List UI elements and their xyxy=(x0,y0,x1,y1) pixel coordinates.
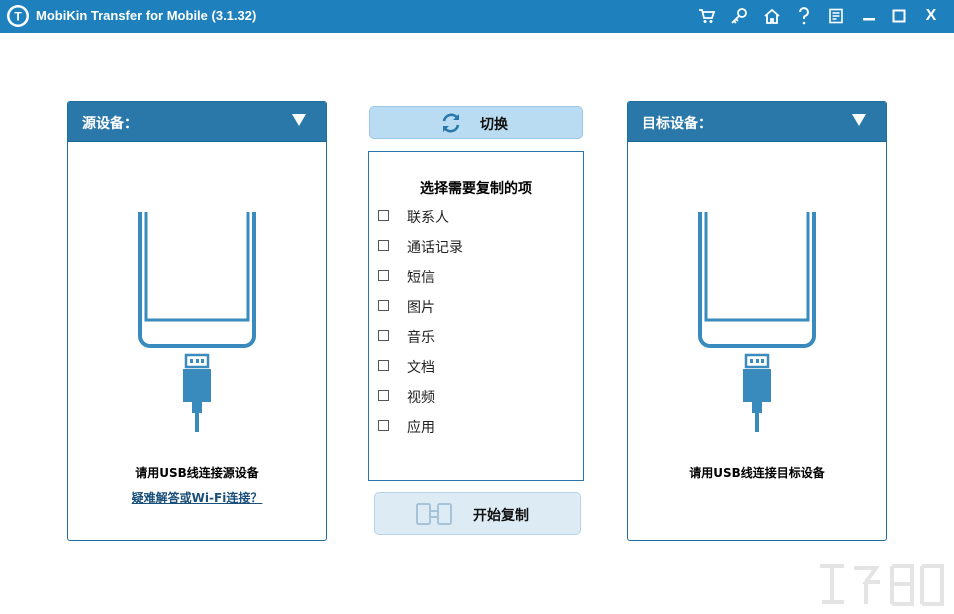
maximize-icon[interactable] xyxy=(888,5,910,27)
refresh-icon xyxy=(442,113,460,133)
option-label: 通话记录 xyxy=(407,240,463,256)
option-label: 视频 xyxy=(407,390,435,406)
source-phone-cable-icon xyxy=(138,212,256,432)
minimize-icon[interactable] xyxy=(858,5,880,27)
option-label: 短信 xyxy=(407,270,435,286)
option-checkbox[interactable] xyxy=(378,330,389,341)
target-phone-cable-icon xyxy=(698,212,816,432)
source-device-panel: 源设备： 请用USB线连接源设备 疑难解答或Wi-Fi连接？ xyxy=(67,101,327,541)
option-checkbox[interactable] xyxy=(378,270,389,281)
switch-button[interactable]: 切换 xyxy=(369,106,583,139)
option-checkbox[interactable] xyxy=(378,390,389,401)
troubleshoot-wifi-link[interactable]: 疑难解答或Wi-Fi连接？ xyxy=(68,489,326,506)
option-label: 联系人 xyxy=(407,210,449,226)
target-dropdown-arrow-icon[interactable] xyxy=(852,114,866,126)
source-connect-hint: 请用USB线连接源设备 xyxy=(135,466,259,480)
target-panel-header: 目标设备： xyxy=(628,102,886,142)
option-checkbox[interactable] xyxy=(378,360,389,371)
title-bar: T MobiKin Transfer for Mobile (3.1.32) X xyxy=(0,0,954,33)
option-label: 文档 xyxy=(407,360,435,376)
cart-icon[interactable] xyxy=(696,5,718,27)
source-dropdown-arrow-icon[interactable] xyxy=(292,114,306,126)
help-icon[interactable] xyxy=(793,5,815,27)
transfer-phones-icon xyxy=(416,503,452,525)
app-logo-icon: T xyxy=(7,5,29,27)
target-device-panel: 目标设备： 请用USB线连接目标设备 xyxy=(627,101,887,541)
selection-title: 选择需要复制的项 xyxy=(420,181,532,197)
option-label: 音乐 xyxy=(407,330,435,346)
target-panel-label: 目标设备： xyxy=(642,116,712,132)
home-icon[interactable] xyxy=(761,5,783,27)
close-button[interactable]: X xyxy=(920,5,942,27)
option-checkbox[interactable] xyxy=(378,300,389,311)
option-label: 应用 xyxy=(407,420,435,436)
watermark-logo-icon xyxy=(820,564,944,606)
key-icon[interactable] xyxy=(728,5,750,27)
start-copy-label: 开始复制 xyxy=(473,508,529,524)
source-panel-label: 源设备： xyxy=(82,116,138,132)
feedback-icon[interactable] xyxy=(825,5,847,27)
switch-button-label: 切换 xyxy=(480,117,508,133)
start-copy-button[interactable]: 开始复制 xyxy=(374,492,581,535)
option-checkbox[interactable] xyxy=(378,240,389,251)
data-type-selection: 选择需要复制的项 联系人 通话记录 短信 图片 音乐 文档 视频 应用 xyxy=(368,151,584,481)
window-title: MobiKin Transfer for Mobile (3.1.32) xyxy=(36,8,257,23)
option-label: 图片 xyxy=(407,300,435,316)
svg-text:T: T xyxy=(14,10,22,24)
option-checkbox[interactable] xyxy=(378,420,389,431)
target-connect-hint: 请用USB线连接目标设备 xyxy=(689,466,825,480)
source-panel-header: 源设备： xyxy=(68,102,326,142)
option-checkbox[interactable] xyxy=(378,210,389,221)
